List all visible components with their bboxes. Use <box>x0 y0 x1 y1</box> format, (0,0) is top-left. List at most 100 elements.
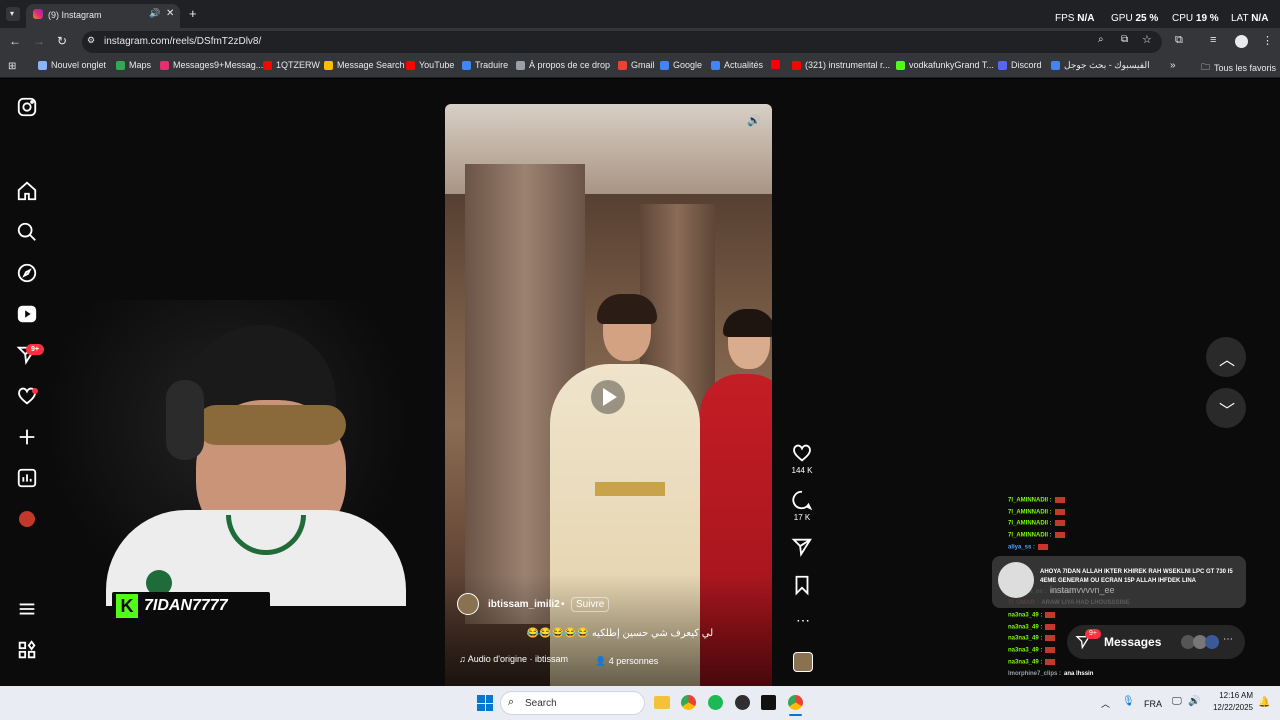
language-indicator[interactable]: FRA <box>1144 699 1162 709</box>
volume-tray-icon[interactable]: 🔊 <box>1188 696 1200 707</box>
chat-line: 7l_AMINNADII : <box>1008 509 1065 516</box>
bookmark-label: vodkafunkyGrand T... <box>909 60 994 70</box>
taskbar-search-label: Search <box>525 698 557 709</box>
emote-icon <box>1038 544 1049 550</box>
windows-start-icon[interactable] <box>477 695 493 711</box>
create-plus-icon[interactable] <box>16 426 38 448</box>
reel-video[interactable]: 🔊 ibtissam_imili2 • Suivre لي كيعرف شي ح… <box>445 104 772 686</box>
likes-count: 144 K <box>791 466 813 475</box>
next-reel-button[interactable]: ﹀ <box>1206 388 1246 428</box>
volume-icon[interactable]: 🔊 <box>747 114 761 127</box>
audio-chip[interactable]: ♫ Audio d'origine · ibtissam <box>459 654 581 670</box>
obs-icon[interactable] <box>735 695 750 710</box>
close-tab-icon[interactable]: ✕ <box>166 8 174 19</box>
instagram-logo-icon[interactable] <box>16 96 38 118</box>
bookmark-item[interactable]: Discord <box>998 60 1042 70</box>
audio-thumbnail[interactable] <box>793 652 813 672</box>
messages-pill[interactable]: 9+ Messages ⋯ <box>1067 625 1245 659</box>
explore-icon[interactable] <box>16 262 38 284</box>
clock-time[interactable]: 12:16 AM <box>1213 691 1253 700</box>
comment-icon[interactable] <box>791 489 813 511</box>
chat-username: na3na3_49 : <box>1008 624 1043 631</box>
file-explorer-icon[interactable] <box>654 696 670 709</box>
chat-username: na3na3_49 : <box>1008 647 1043 654</box>
speaker-icon[interactable]: 🔊 <box>149 8 160 19</box>
bookmark-item[interactable]: Gmail <box>618 60 655 70</box>
like-heart-icon[interactable] <box>791 442 813 464</box>
bookmark-item[interactable]: Actualités <box>711 60 763 70</box>
tab-instagram[interactable]: (9) Instagram 🔊 ✕ <box>26 4 180 28</box>
cast-icon[interactable]: ⧉ <box>1121 34 1128 45</box>
bookmark-label: YouTube <box>419 60 455 70</box>
chrome-active-icon[interactable] <box>788 695 803 710</box>
address-bar[interactable]: ⚙ instagram.com/reels/DSfmT2zDlv8/ ⌕ ⧉ ☆ <box>82 31 1162 53</box>
bookmark-label: À propos de ce drop <box>529 60 611 70</box>
author-username[interactable]: ibtissam_imili2 <box>488 599 560 610</box>
follow-button[interactable]: Suivre <box>571 597 610 612</box>
bookmark-item[interactable]: Nouvel onglet <box>38 60 106 70</box>
bookmark-item[interactable]: vodkafunkyGrand T... <box>896 60 994 70</box>
people-tag[interactable]: 👤 4 personnes <box>595 656 658 667</box>
back-icon[interactable]: ← <box>9 34 21 48</box>
chat-username: na3na3_49 : <box>1008 635 1043 642</box>
hamburger-menu-icon[interactable] <box>16 598 38 620</box>
music-note-icon: ♫ <box>459 654 468 664</box>
reel-caption: لي كيعرف شي حسين إطلكيه 😂😂😂😂😂 <box>526 628 714 639</box>
bookmark-item[interactable]: Traduire <box>462 60 508 70</box>
bookmark-label: Message Search <box>337 60 405 70</box>
reels-icon[interactable] <box>16 303 38 325</box>
spotify-icon[interactable] <box>708 695 723 710</box>
previous-reel-button[interactable]: ︿ <box>1206 337 1246 377</box>
search-icon[interactable] <box>16 221 38 243</box>
bookmark-item[interactable]: À propos de ce drop <box>516 60 610 70</box>
fps-stat: FPS N/A <box>1055 13 1095 24</box>
bookmark-item[interactable]: Message Search <box>324 60 405 70</box>
menu-kebab-icon[interactable]: ⋮ <box>1262 34 1273 47</box>
microphone-icon[interactable]: 🎙 <box>1122 696 1135 707</box>
terminal-icon[interactable] <box>761 695 776 710</box>
share-icon[interactable] <box>791 536 813 558</box>
extensions-icon[interactable]: ⧉ <box>1175 34 1183 47</box>
forward-icon[interactable]: → <box>33 34 45 48</box>
tray-overflow-icon[interactable]: ︿ <box>1101 697 1110 710</box>
bookmark-item[interactable]: YouTube <box>406 60 454 70</box>
new-tab-button[interactable]: + <box>189 6 197 21</box>
profile-avatar-nav[interactable] <box>19 511 35 527</box>
bookmark-item[interactable]: Maps <box>116 60 151 70</box>
save-bookmark-icon[interactable] <box>791 574 813 596</box>
kick-name-tag: K 7IDAN7777 <box>112 592 270 620</box>
taskbar-search-box[interactable]: ⌕ Search <box>500 691 645 715</box>
site-info-icon[interactable]: ⚙ <box>87 35 95 46</box>
notification-bell-icon[interactable]: 🔔 <box>1258 697 1270 708</box>
bookmark-favicon-icon <box>160 60 169 70</box>
more-apps-icon[interactable] <box>16 639 38 661</box>
all-bookmarks-folder[interactable]: 🗀 Tous les favoris <box>1201 60 1276 76</box>
bookmark-item[interactable]: (321) instrumental r... <box>792 60 890 70</box>
more-bookmarks-icon[interactable]: » <box>1170 60 1176 71</box>
bookmark-item[interactable]: 1QTZERW <box>263 60 320 70</box>
play-triangle <box>603 388 617 406</box>
bookmark-item[interactable]: Google <box>660 60 702 70</box>
messages-badge: 9+ <box>1085 629 1101 639</box>
dot-separator: • <box>561 599 565 610</box>
bookmark-item[interactable]: الفيسبوك - بحث جوجل <box>1051 60 1150 71</box>
chrome-icon[interactable] <box>681 695 696 710</box>
bookmark-star-icon[interactable]: ☆ <box>1142 33 1152 46</box>
author-avatar[interactable] <box>457 593 479 615</box>
reload-icon[interactable]: ↻ <box>57 34 67 48</box>
dashboard-icon[interactable] <box>16 467 38 489</box>
network-icon[interactable]: 🖵 <box>1172 696 1182 707</box>
apps-grid-icon[interactable]: ⊞ <box>8 61 16 72</box>
zoom-icon[interactable]: ⌕ <box>1098 34 1104 45</box>
bookmark-item[interactable] <box>771 60 780 69</box>
kick-logo-icon: K <box>116 594 138 618</box>
play-icon[interactable] <box>591 380 625 414</box>
clock-date[interactable]: 12/22/2025 <box>1205 703 1253 712</box>
reading-list-icon[interactable]: ≡ <box>1210 34 1216 46</box>
person-left-hair <box>597 294 657 324</box>
more-options-icon[interactable]: ⋯ <box>796 612 810 629</box>
bookmark-item[interactable]: Messages9+Messag... <box>160 60 263 70</box>
profile-avatar[interactable] <box>1235 35 1248 48</box>
home-icon[interactable] <box>16 180 38 202</box>
chat-line: lmorphine7_clips : ana lhssin <box>1008 671 1093 677</box>
